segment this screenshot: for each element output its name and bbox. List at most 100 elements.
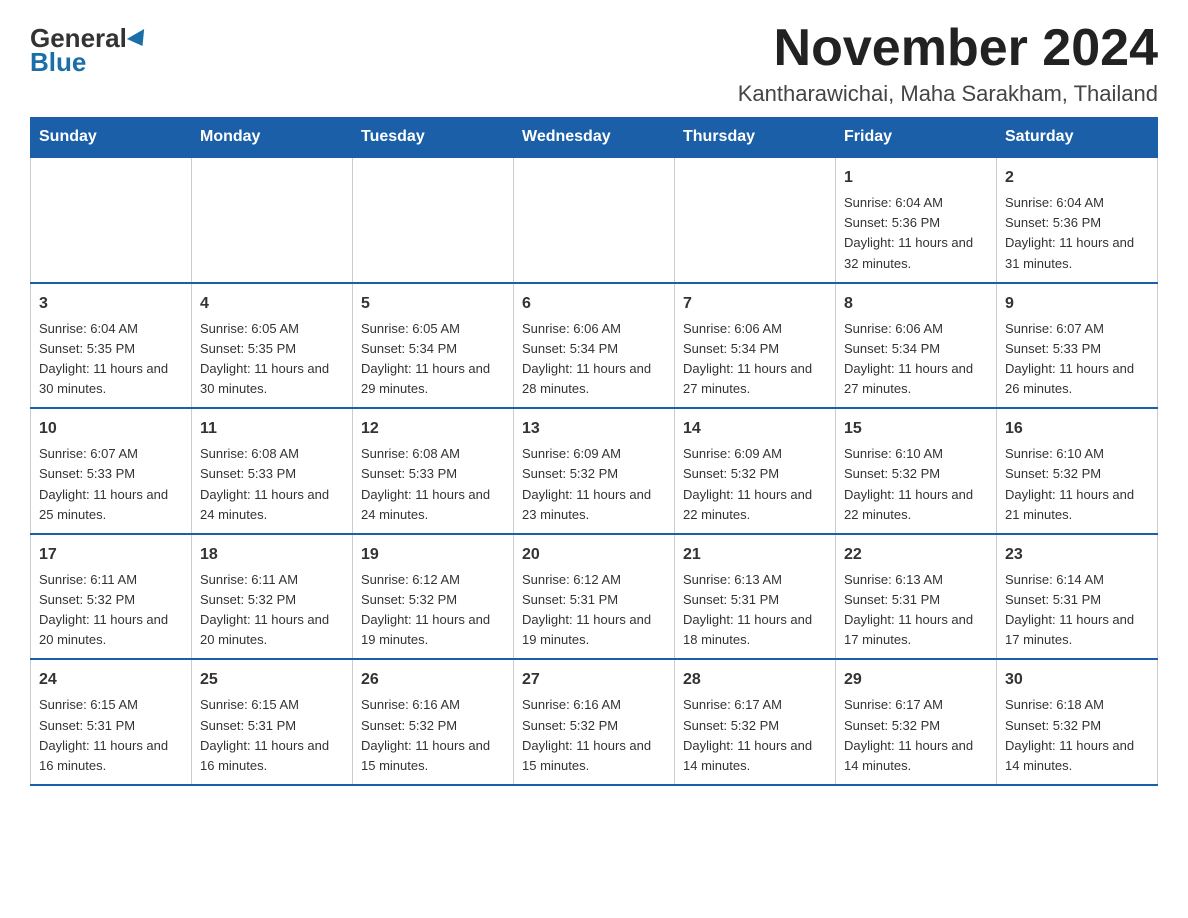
day-number: 23 xyxy=(1005,543,1149,567)
day-info: Sunrise: 6:08 AM Sunset: 5:33 PM Dayligh… xyxy=(200,444,344,525)
calendar-cell: 2 Sunrise: 6:04 AM Sunset: 5:36 PM Daylig… xyxy=(997,157,1158,283)
day-number: 30 xyxy=(1005,668,1149,692)
calendar-cell: 25 Sunrise: 6:15 AM Sunset: 5:31 PM Dayli… xyxy=(192,659,353,785)
day-number: 9 xyxy=(1005,292,1149,316)
day-number: 20 xyxy=(522,543,666,567)
day-number: 11 xyxy=(200,417,344,441)
day-number: 25 xyxy=(200,668,344,692)
day-info: Sunrise: 6:04 AM Sunset: 5:35 PM Dayligh… xyxy=(39,319,183,400)
calendar-header-row: SundayMondayTuesdayWednesdayThursdayFrid… xyxy=(31,118,1158,158)
day-number: 12 xyxy=(361,417,505,441)
day-header-sunday: Sunday xyxy=(31,118,192,158)
calendar-cell: 15Sunrise: 6:10 AM Sunset: 5:32 PM Dayli… xyxy=(836,408,997,534)
calendar-cell: 18Sunrise: 6:11 AM Sunset: 5:32 PM Dayli… xyxy=(192,534,353,660)
calendar-cell xyxy=(353,157,514,283)
calendar-cell: 7Sunrise: 6:06 AM Sunset: 5:34 PM Daylig… xyxy=(675,283,836,409)
day-number: 8 xyxy=(844,292,988,316)
day-info: Sunrise: 6:15 AM Sunset: 5:31 PM Dayligh… xyxy=(200,695,344,776)
day-info: Sunrise: 6:06 AM Sunset: 5:34 PM Dayligh… xyxy=(844,319,988,400)
day-info: Sunrise: 6:16 AM Sunset: 5:32 PM Dayligh… xyxy=(361,695,505,776)
day-header-monday: Monday xyxy=(192,118,353,158)
day-number: 7 xyxy=(683,292,827,316)
day-info: Sunrise: 6:12 AM Sunset: 5:31 PM Dayligh… xyxy=(522,570,666,651)
calendar-cell: 30 Sunrise: 6:18 AM Sunset: 5:32 PM Dayli… xyxy=(997,659,1158,785)
calendar-cell: 13 Sunrise: 6:09 AM Sunset: 5:32 PM Dayli… xyxy=(514,408,675,534)
day-number: 15 xyxy=(844,417,988,441)
day-info: Sunrise: 6:17 AM Sunset: 5:32 PM Dayligh… xyxy=(844,695,988,776)
calendar-cell: 3 Sunrise: 6:04 AM Sunset: 5:35 PM Daylig… xyxy=(31,283,192,409)
day-number: 22 xyxy=(844,543,988,567)
calendar-cell: 1 Sunrise: 6:04 AM Sunset: 5:36 PM Daylig… xyxy=(836,157,997,283)
day-info: Sunrise: 6:04 AM Sunset: 5:36 PM Dayligh… xyxy=(1005,193,1149,274)
calendar-cell: 21 Sunrise: 6:13 AM Sunset: 5:31 PM Dayli… xyxy=(675,534,836,660)
day-info: Sunrise: 6:04 AM Sunset: 5:36 PM Dayligh… xyxy=(844,193,988,274)
day-info: Sunrise: 6:09 AM Sunset: 5:32 PM Dayligh… xyxy=(522,444,666,525)
day-number: 19 xyxy=(361,543,505,567)
day-number: 1 xyxy=(844,166,988,190)
calendar-cell: 19 Sunrise: 6:12 AM Sunset: 5:32 PM Dayli… xyxy=(353,534,514,660)
day-info: Sunrise: 6:07 AM Sunset: 5:33 PM Dayligh… xyxy=(39,444,183,525)
day-header-friday: Friday xyxy=(836,118,997,158)
calendar-cell: 17 Sunrise: 6:11 AM Sunset: 5:32 PM Dayli… xyxy=(31,534,192,660)
calendar-cell: 26 Sunrise: 6:16 AM Sunset: 5:32 PM Dayli… xyxy=(353,659,514,785)
day-header-thursday: Thursday xyxy=(675,118,836,158)
day-info: Sunrise: 6:08 AM Sunset: 5:33 PM Dayligh… xyxy=(361,444,505,525)
day-number: 24 xyxy=(39,668,183,692)
calendar-cell xyxy=(675,157,836,283)
day-number: 16 xyxy=(1005,417,1149,441)
day-number: 6 xyxy=(522,292,666,316)
day-info: Sunrise: 6:13 AM Sunset: 5:31 PM Dayligh… xyxy=(844,570,988,651)
page-header: General Blue November 2024 Kantharawicha… xyxy=(30,20,1158,107)
day-info: Sunrise: 6:05 AM Sunset: 5:35 PM Dayligh… xyxy=(200,319,344,400)
title-section: November 2024 Kantharawichai, Maha Sarak… xyxy=(738,20,1158,107)
day-number: 27 xyxy=(522,668,666,692)
location-subtitle: Kantharawichai, Maha Sarakham, Thailand xyxy=(738,81,1158,107)
calendar-cell: 24 Sunrise: 6:15 AM Sunset: 5:31 PM Dayli… xyxy=(31,659,192,785)
calendar-cell: 12 Sunrise: 6:08 AM Sunset: 5:33 PM Dayli… xyxy=(353,408,514,534)
day-number: 17 xyxy=(39,543,183,567)
day-number: 21 xyxy=(683,543,827,567)
day-number: 5 xyxy=(361,292,505,316)
day-number: 13 xyxy=(522,417,666,441)
day-number: 10 xyxy=(39,417,183,441)
calendar-cell: 11 Sunrise: 6:08 AM Sunset: 5:33 PM Dayli… xyxy=(192,408,353,534)
day-number: 29 xyxy=(844,668,988,692)
calendar-cell: 29 Sunrise: 6:17 AM Sunset: 5:32 PM Dayli… xyxy=(836,659,997,785)
month-title: November 2024 xyxy=(738,20,1158,77)
calendar-week-row: 1 Sunrise: 6:04 AM Sunset: 5:36 PM Daylig… xyxy=(31,157,1158,283)
day-info: Sunrise: 6:11 AM Sunset: 5:32 PM Dayligh… xyxy=(39,570,183,651)
calendar-cell: 20 Sunrise: 6:12 AM Sunset: 5:31 PM Dayli… xyxy=(514,534,675,660)
day-header-wednesday: Wednesday xyxy=(514,118,675,158)
calendar-week-row: 3 Sunrise: 6:04 AM Sunset: 5:35 PM Daylig… xyxy=(31,283,1158,409)
day-info: Sunrise: 6:10 AM Sunset: 5:32 PM Dayligh… xyxy=(1005,444,1149,525)
calendar-week-row: 24 Sunrise: 6:15 AM Sunset: 5:31 PM Dayli… xyxy=(31,659,1158,785)
calendar-cell: 14Sunrise: 6:09 AM Sunset: 5:32 PM Dayli… xyxy=(675,408,836,534)
day-info: Sunrise: 6:12 AM Sunset: 5:32 PM Dayligh… xyxy=(361,570,505,651)
day-info: Sunrise: 6:11 AM Sunset: 5:32 PM Dayligh… xyxy=(200,570,344,651)
calendar-cell: 16 Sunrise: 6:10 AM Sunset: 5:32 PM Dayli… xyxy=(997,408,1158,534)
day-number: 26 xyxy=(361,668,505,692)
calendar-cell: 22 Sunrise: 6:13 AM Sunset: 5:31 PM Dayli… xyxy=(836,534,997,660)
calendar-cell: 23Sunrise: 6:14 AM Sunset: 5:31 PM Dayli… xyxy=(997,534,1158,660)
calendar-cell: 9Sunrise: 6:07 AM Sunset: 5:33 PM Daylig… xyxy=(997,283,1158,409)
calendar-cell: 10 Sunrise: 6:07 AM Sunset: 5:33 PM Dayli… xyxy=(31,408,192,534)
day-info: Sunrise: 6:17 AM Sunset: 5:32 PM Dayligh… xyxy=(683,695,827,776)
day-info: Sunrise: 6:15 AM Sunset: 5:31 PM Dayligh… xyxy=(39,695,183,776)
day-number: 28 xyxy=(683,668,827,692)
day-header-saturday: Saturday xyxy=(997,118,1158,158)
day-number: 3 xyxy=(39,292,183,316)
calendar-table: SundayMondayTuesdayWednesdayThursdayFrid… xyxy=(30,117,1158,786)
calendar-cell xyxy=(31,157,192,283)
calendar-cell: 4 Sunrise: 6:05 AM Sunset: 5:35 PM Daylig… xyxy=(192,283,353,409)
day-info: Sunrise: 6:13 AM Sunset: 5:31 PM Dayligh… xyxy=(683,570,827,651)
day-number: 4 xyxy=(200,292,344,316)
logo-arrow-icon xyxy=(127,29,151,51)
day-number: 2 xyxy=(1005,166,1149,190)
calendar-cell xyxy=(192,157,353,283)
calendar-week-row: 10 Sunrise: 6:07 AM Sunset: 5:33 PM Dayli… xyxy=(31,408,1158,534)
calendar-cell: 8 Sunrise: 6:06 AM Sunset: 5:34 PM Daylig… xyxy=(836,283,997,409)
calendar-cell: 5Sunrise: 6:05 AM Sunset: 5:34 PM Daylig… xyxy=(353,283,514,409)
day-info: Sunrise: 6:18 AM Sunset: 5:32 PM Dayligh… xyxy=(1005,695,1149,776)
day-info: Sunrise: 6:09 AM Sunset: 5:32 PM Dayligh… xyxy=(683,444,827,525)
calendar-cell: 6Sunrise: 6:06 AM Sunset: 5:34 PM Daylig… xyxy=(514,283,675,409)
